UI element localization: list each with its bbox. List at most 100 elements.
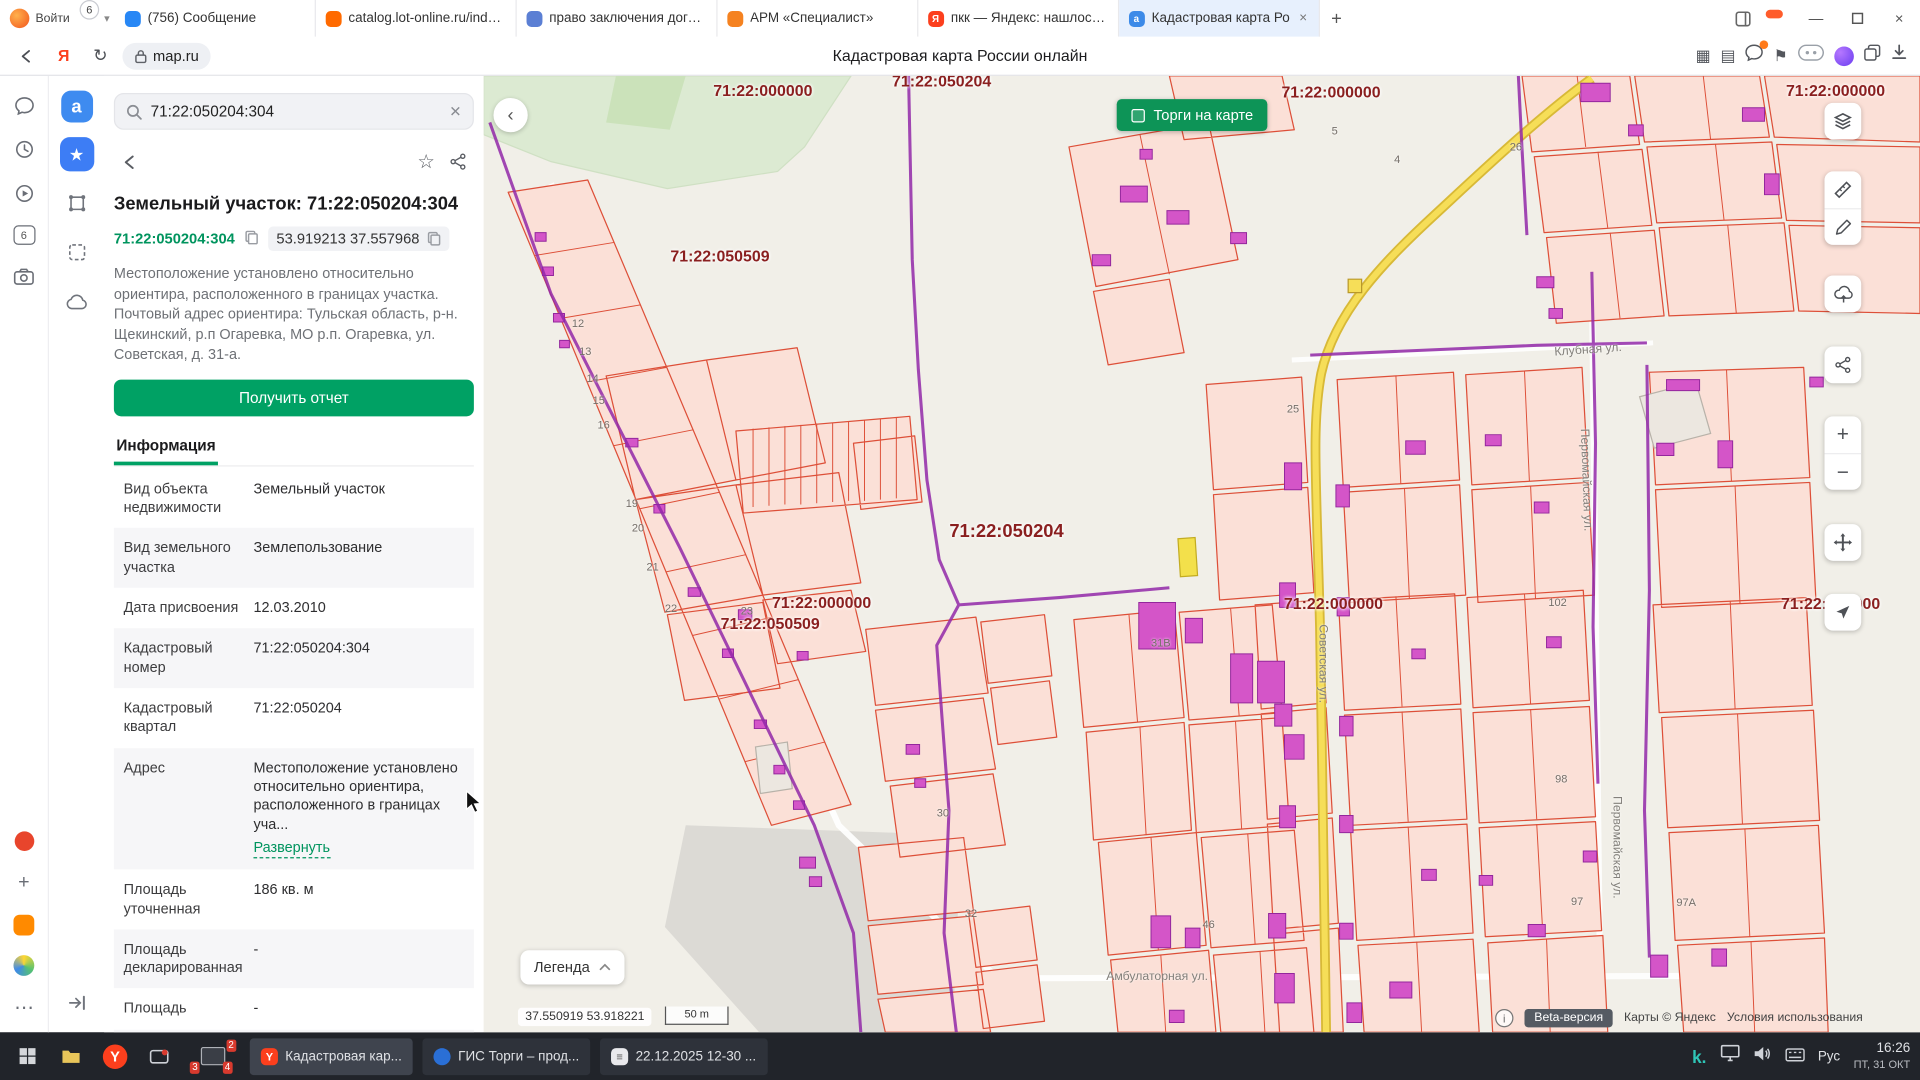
reload-icon[interactable]: ↻ [86, 41, 115, 70]
tab-arm[interactable]: АРМ «Специалист» [717, 0, 918, 37]
tab-close-icon[interactable]: × [1298, 11, 1308, 26]
taskbar-app-gis[interactable]: ГИС Торги – прод... [423, 1038, 591, 1075]
pinned-app-icon[interactable] [142, 1039, 176, 1073]
messenger-panel-icon[interactable] [12, 93, 36, 117]
tab-panels-icon[interactable] [1727, 10, 1759, 26]
tab-messages[interactable]: (756) Сообщение [115, 0, 316, 37]
speaker-icon[interactable] [1753, 1045, 1771, 1067]
cloud-icon[interactable] [59, 284, 93, 318]
tab-cadastral-map[interactable]: a Кадастровая карта Ро × [1119, 0, 1320, 37]
pinned-app-round-icon[interactable] [13, 955, 34, 976]
back-icon[interactable] [12, 41, 41, 70]
new-tab-button[interactable]: + [1319, 0, 1353, 37]
get-report-button[interactable]: Получить отчет [114, 379, 474, 416]
expand-link[interactable]: Развернуть [253, 839, 330, 859]
browser-toolbar: Кадастровая карта России онлайн Я ↻ map.… [0, 37, 1920, 76]
map-attribution: i Beta-версия Карты © Яндекс Условия исп… [1495, 1009, 1863, 1027]
road-sign [1348, 279, 1361, 292]
checkbox-icon[interactable] [1131, 108, 1144, 121]
video-icon[interactable] [12, 181, 36, 205]
tab-lot-online[interactable]: catalog.lot-online.ru/inde... [315, 0, 516, 37]
yandex-logo[interactable]: Я [49, 41, 78, 70]
tab-contract[interactable]: право заключения догов... [516, 0, 717, 37]
panel-collapse-button[interactable]: ‹ [493, 98, 527, 132]
update-indicator[interactable] [1766, 9, 1783, 18]
add-panel-icon[interactable]: + [12, 871, 36, 895]
input-panel-icon[interactable] [1785, 1045, 1805, 1067]
kontur-icon[interactable]: k. [1692, 1046, 1706, 1066]
start-button[interactable] [10, 1039, 44, 1073]
search-box[interactable]: ✕ [114, 93, 474, 130]
sidebar-icon[interactable]: ▤ [1720, 46, 1735, 66]
profile-button[interactable]: Войти [0, 0, 80, 37]
mini-window-icon [201, 1047, 225, 1065]
display-icon[interactable] [1720, 1044, 1740, 1067]
zoom-in-button[interactable]: + [1824, 416, 1861, 453]
messenger-icon[interactable] [1745, 44, 1763, 67]
collapse-panel-icon[interactable] [59, 986, 93, 1020]
terms-link[interactable]: Условия использования [1727, 1011, 1863, 1024]
share-icon[interactable] [442, 146, 474, 178]
ruler-icon[interactable] [1824, 171, 1861, 208]
yandex-browser-pinned-icon[interactable]: Y [98, 1039, 132, 1073]
more-icon[interactable]: ⋯ [12, 996, 36, 1020]
taskbar-clock[interactable]: 16:26 ПТ, 31 ОКТ [1854, 1041, 1911, 1072]
copyright-text: Карты © Яндекс [1624, 1011, 1716, 1024]
trades-on-map-button[interactable]: Торги на карте [1117, 99, 1268, 131]
pinned-app-orange-icon[interactable] [13, 915, 34, 936]
history-icon[interactable] [12, 137, 36, 161]
object-description: Местоположение установлено относительно … [114, 263, 474, 364]
taskbar-app-document[interactable]: ≡ 22.12.2025 12-30 ... [600, 1038, 767, 1075]
bookmark-flag-icon[interactable]: ⚑ [1773, 46, 1787, 66]
tab-counter[interactable]: 6 [13, 225, 35, 245]
message-badge [1760, 40, 1769, 49]
zoom-out-button[interactable]: − [1824, 453, 1861, 490]
address-bar[interactable]: map.ru [122, 42, 211, 69]
extensions-icon[interactable] [1798, 44, 1825, 67]
minimize-button[interactable]: — [1795, 0, 1837, 37]
navigate-icon[interactable] [1824, 594, 1861, 631]
window-preview[interactable]: 2 3 4 [186, 1038, 240, 1075]
copy-icon[interactable] [427, 231, 440, 246]
cursor-coordinates: 37.550919 53.918221 [518, 1008, 652, 1026]
chevron-down-icon[interactable]: ▾ [99, 12, 114, 25]
favorites-tile[interactable]: ★ [59, 137, 93, 171]
measure-tool-icon[interactable] [59, 186, 93, 220]
tab-yandex-search[interactable]: Я пкк — Яндекс: нашлось... [918, 0, 1119, 37]
maximize-button[interactable] [1837, 0, 1879, 37]
legend-button[interactable]: Легенда [520, 950, 624, 984]
share-control [1824, 347, 1861, 384]
site-logo[interactable]: a [61, 91, 93, 123]
screenshot-icon[interactable] [12, 264, 36, 288]
toolbar-actions: ▦ ▤ ⚑ [1696, 44, 1908, 67]
tab-information[interactable]: Информация [114, 428, 218, 465]
favorite-star-icon[interactable]: ☆ [410, 146, 442, 178]
cadastral-number-link[interactable]: 71:22:050204:304 [114, 230, 235, 247]
downloads-icon[interactable] [1891, 44, 1908, 67]
map-share-icon[interactable] [1824, 347, 1861, 384]
tab-count-badge[interactable]: 6 [80, 0, 100, 20]
search-input[interactable] [151, 103, 441, 120]
selected-parcel[interactable] [1178, 538, 1198, 577]
clear-search-icon[interactable]: ✕ [449, 103, 461, 120]
map-canvas[interactable]: 71:22:00000071:22:05020471:22:00000071:2… [484, 76, 1920, 1032]
layers-icon[interactable] [1824, 103, 1861, 140]
cloud-upload-icon[interactable] [1824, 276, 1861, 313]
panel-back-icon[interactable] [114, 146, 146, 178]
pan-icon[interactable] [1824, 524, 1861, 561]
collections-icon[interactable]: ▦ [1696, 46, 1711, 66]
pencil-icon[interactable] [1824, 208, 1861, 245]
taskbar-app-cadastral[interactable]: Y Кадастровая кар... [250, 1038, 413, 1075]
coordinates-chip[interactable]: 53.919213 37.557968 [268, 227, 449, 251]
date-text: ПТ, 31 ОКТ [1854, 1058, 1911, 1072]
window-controls: — × [1727, 0, 1920, 37]
file-explorer-icon[interactable] [54, 1039, 88, 1073]
copy-icon[interactable] [245, 230, 258, 248]
pomodoro-icon[interactable] [14, 831, 34, 851]
alice-icon[interactable] [1834, 46, 1854, 66]
language-indicator[interactable]: Рус [1818, 1049, 1840, 1064]
info-icon[interactable]: i [1495, 1009, 1513, 1027]
tab-groups-icon[interactable] [1864, 44, 1881, 67]
select-area-icon[interactable] [59, 235, 93, 269]
close-button[interactable]: × [1878, 0, 1920, 37]
